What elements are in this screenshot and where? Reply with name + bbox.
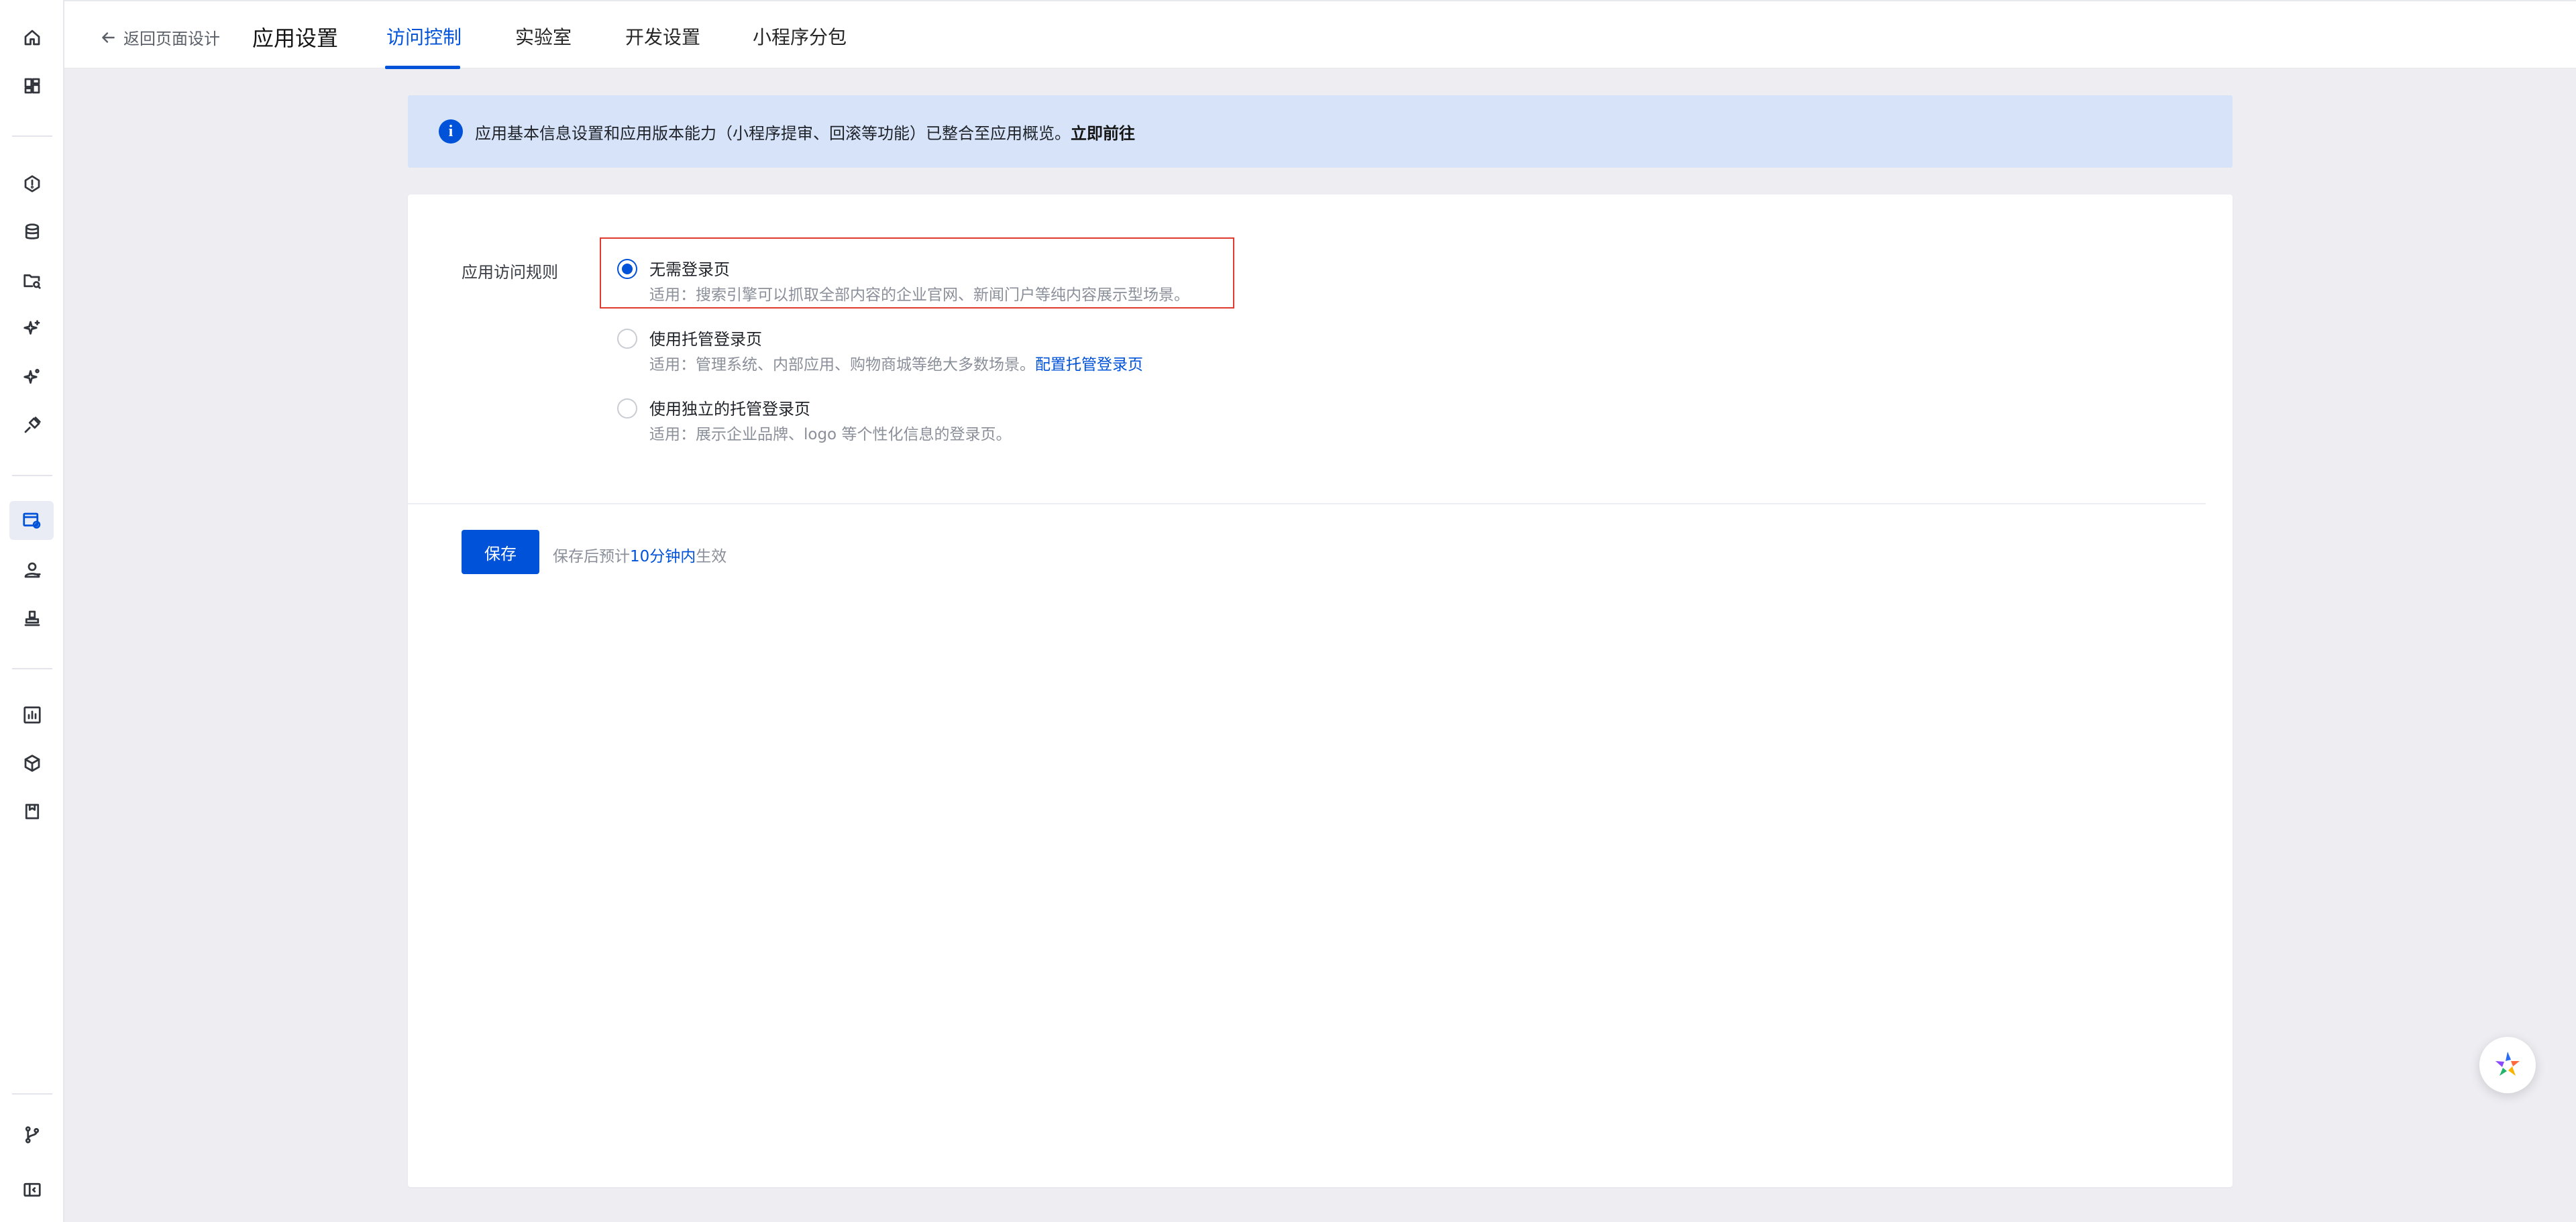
plug-icon[interactable] [16, 409, 48, 441]
users-icon[interactable] [16, 554, 48, 586]
sparkle-alt-icon[interactable] [16, 361, 48, 393]
branch-icon[interactable] [16, 1119, 48, 1151]
sparkle-icon[interactable] [16, 313, 48, 345]
app-settings-icon[interactable] [9, 501, 54, 540]
option-title: 使用托管登录页 [649, 330, 762, 349]
info-banner: i 应用基本信息设置和应用版本能力（小程序提审、回滚等功能）已整合至应用概览。 … [408, 95, 2233, 168]
radio-no-login[interactable] [617, 259, 637, 279]
left-sidebar [0, 0, 64, 1222]
dashboard-icon[interactable] [16, 70, 48, 102]
info-icon: i [439, 119, 463, 144]
option-description: 适用：搜索引擎可以抓取全部内容的企业官网、新闻门户等纯内容展示型场景。 [649, 286, 1189, 304]
option-description: 适用：管理系统、内部应用、购物商城等绝大多数场景。配置托管登录页 [649, 356, 1143, 374]
arrow-left-icon [102, 32, 115, 43]
option-description: 适用：展示企业品牌、logo 等个性化信息的登录页。 [649, 426, 1012, 443]
top-header: 返回页面设计 应用设置 访问控制 实验室 开发设置 小程序分包 [64, 0, 2576, 69]
shield-icon[interactable] [16, 168, 48, 200]
sidebar-divider [12, 475, 52, 476]
folder-search-icon[interactable] [16, 264, 48, 296]
card-divider [408, 503, 2206, 504]
sidebar-divider [12, 1093, 52, 1095]
tab-access-control[interactable]: 访问控制 [386, 23, 462, 50]
access-control-card: 应用访问规则 无需登录页 适用：搜索引擎可以抓取全部内容的企业官网、新闻门户等纯… [408, 195, 2233, 1187]
save-button[interactable]: 保存 [462, 530, 539, 574]
radio-hosted-login[interactable] [617, 329, 637, 349]
option-title: 使用独立的托管登录页 [649, 400, 810, 419]
home-icon[interactable] [16, 21, 48, 54]
configure-hosted-login-link[interactable]: 配置托管登录页 [1035, 356, 1143, 374]
cube-icon[interactable] [16, 747, 48, 779]
sidebar-divider [12, 668, 52, 669]
chart-icon[interactable] [16, 699, 48, 731]
package-icon[interactable] [16, 795, 48, 828]
back-link-label: 返回页面设计 [123, 30, 220, 48]
stamp-icon[interactable] [16, 602, 48, 634]
option-title: 无需登录页 [649, 260, 730, 279]
tab-mini-program-subpackage[interactable]: 小程序分包 [753, 23, 847, 50]
page-title: 应用设置 [252, 25, 339, 51]
radio-standalone-hosted-login[interactable] [617, 398, 637, 419]
database-icon[interactable] [16, 216, 48, 248]
assistant-fab[interactable] [2479, 1037, 2536, 1093]
sidebar-divider [12, 135, 52, 137]
save-hint: 保存后预计10分钟内生效 [553, 548, 727, 565]
banner-go-now-link[interactable]: 立即前往 [1071, 120, 1135, 144]
back-to-page-design-link[interactable]: 返回页面设计 [99, 25, 220, 49]
banner-text: 应用基本信息设置和应用版本能力（小程序提审、回滚等功能）已整合至应用概览。 [475, 123, 1071, 143]
assistant-logo-icon [2496, 1052, 2520, 1076]
collapse-icon[interactable] [16, 1174, 48, 1206]
tab-lab[interactable]: 实验室 [515, 23, 572, 50]
active-tab-indicator [385, 66, 460, 69]
tab-dev-settings[interactable]: 开发设置 [625, 23, 700, 50]
access-rule-label: 应用访问规则 [462, 263, 558, 282]
